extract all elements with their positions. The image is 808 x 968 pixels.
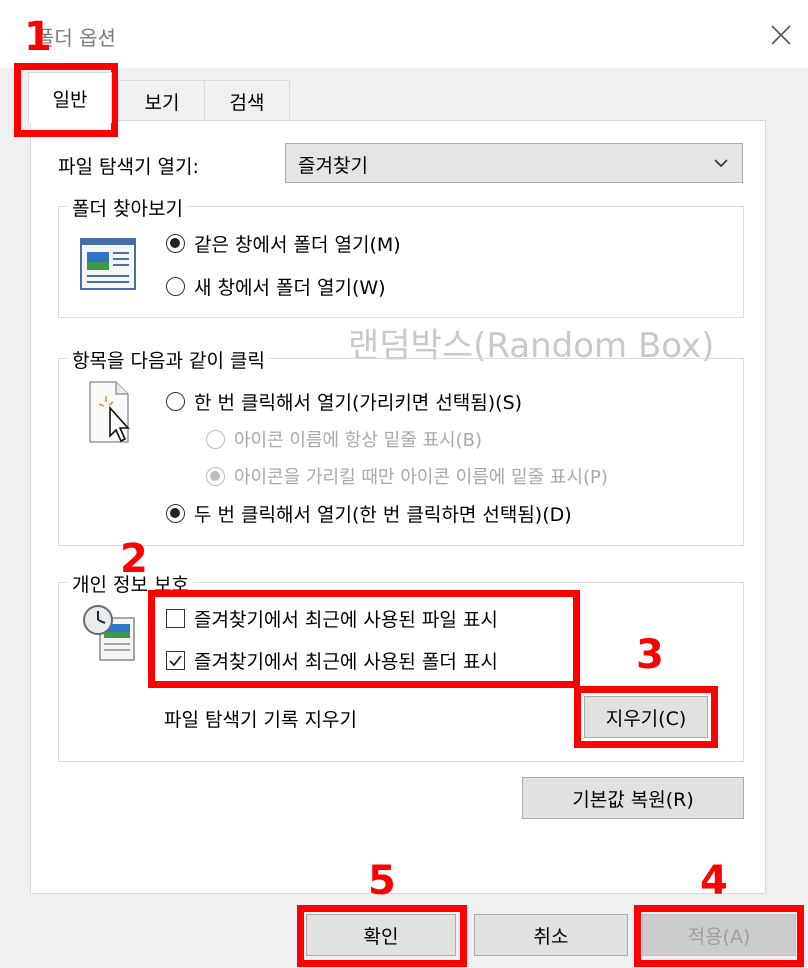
click-items-title: 항목을 다음과 같이 클릭: [68, 346, 269, 373]
browse-label: 파일 탐색기 열기:: [58, 156, 199, 178]
annotation-number-1: 1: [24, 14, 52, 60]
close-icon[interactable]: [766, 20, 796, 50]
browse-dropdown[interactable]: 즐겨찾기: [285, 143, 743, 183]
radio-new-window-label: 새 창에서 폴더 열기(W): [194, 277, 386, 299]
radio-underline-hover-label: 아이콘을 가리킬 때만 아이콘 이름에 밑줄 표시(P): [234, 467, 608, 488]
tab-search[interactable]: 검색: [204, 80, 290, 121]
radio-same-window-label: 같은 창에서 폴더 열기(M): [194, 234, 401, 256]
annotation-number-2: 2: [120, 536, 148, 582]
annotation-number-5: 5: [368, 858, 396, 904]
annotation-box-4: [634, 905, 804, 967]
restore-defaults-label: 기본값 복원(R): [572, 788, 694, 811]
annotation-box-5: [297, 905, 467, 967]
click-cursor-icon: [89, 381, 130, 443]
tab-search-label: 검색: [229, 91, 265, 114]
tab-general-label: 일반: [52, 88, 88, 111]
restore-defaults-button[interactable]: 기본값 복원(R): [522, 777, 744, 819]
title-bar: [0, 0, 808, 68]
annotation-box-3: [574, 686, 718, 748]
tab-general[interactable]: 일반: [28, 72, 112, 123]
radio-new-window[interactable]: [166, 277, 185, 296]
chevron-down-icon: [714, 159, 728, 168]
radio-single-click-label: 한 번 클릭해서 열기(가리키면 선택됨)(S): [194, 392, 523, 414]
browse-dropdown-value: 즐겨찾기: [298, 155, 368, 177]
clear-history-label: 파일 탐색기 기록 지우기: [164, 709, 357, 731]
radio-double-click-label: 두 번 클릭해서 열기(한 번 클릭하면 선택됨)(D): [194, 504, 572, 526]
annotation-number-4: 4: [700, 858, 728, 904]
clock-document-icon: [83, 605, 135, 661]
cancel-button-label: 취소: [533, 925, 569, 948]
radio-same-window[interactable]: [166, 234, 185, 253]
radio-single-click[interactable]: [166, 392, 185, 411]
radio-double-click[interactable]: [166, 504, 185, 523]
annotation-box-2: [148, 590, 580, 688]
annotation-number-3: 3: [636, 632, 664, 678]
browse-folders-group: [58, 206, 744, 318]
cancel-button[interactable]: 취소: [474, 914, 628, 956]
tab-view-label: 보기: [144, 91, 180, 114]
radio-underline-always-label: 아이콘 이름에 항상 밑줄 표시(B): [234, 430, 482, 451]
browse-folders-title: 폴더 찾아보기: [68, 194, 187, 221]
window-layout-icon: [80, 238, 136, 290]
tab-view[interactable]: 보기: [118, 80, 206, 121]
radio-underline-hover[interactable]: [206, 467, 225, 486]
radio-underline-always[interactable]: [206, 430, 225, 449]
